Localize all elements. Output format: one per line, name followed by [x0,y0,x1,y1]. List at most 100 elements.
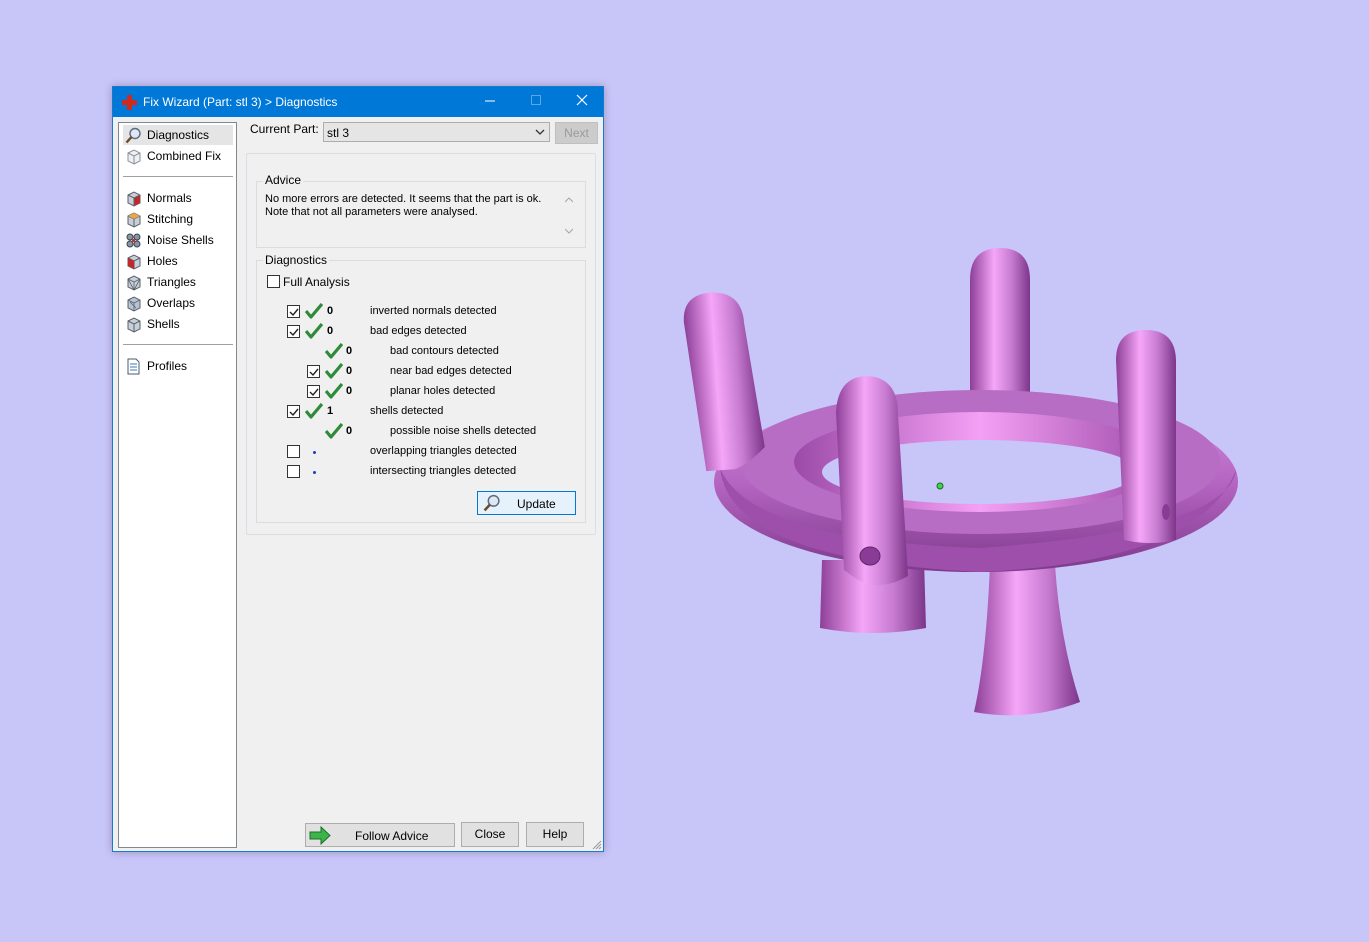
diag-count: 0 [346,425,353,437]
full-analysis-checkbox[interactable] [267,275,280,288]
advice-line: Note that not all parameters were analys… [265,206,478,218]
intersecting-triangles-checkbox[interactable] [287,465,300,478]
green-check-icon [305,303,323,319]
sidebar-item-label: Holes [147,254,178,268]
checkmark-icon [289,328,299,337]
not-analysed-dot-icon [313,471,316,474]
red-cross-icon [122,95,137,110]
sidebar-item-label: Shells [147,317,180,331]
diag-count: 0 [346,345,353,357]
magnifier-icon [483,494,500,512]
near-bad-edges-checkbox[interactable] [307,365,320,378]
follow-advice-button[interactable]: Follow Advice [305,823,455,847]
current-part-value: stl 3 [327,126,350,140]
current-part-dropdown[interactable]: stl 3 [323,122,550,142]
cube-icon [127,149,141,165]
green-check-icon [325,383,343,399]
sidebar-item-combined-fix[interactable]: Combined Fix [123,146,233,166]
minimize-button[interactable] [467,87,513,117]
update-button[interactable]: Update [477,491,576,515]
sidebar-item-label: Overlaps [147,296,196,310]
green-check-icon [325,423,343,439]
scroll-down-icon[interactable] [565,228,573,234]
checkmark-icon [289,308,299,317]
sidebar-item-stitching[interactable]: Stitching [123,209,233,229]
window-title: Fix Wizard (Part: stl 3) > Diagnostics [143,95,338,109]
diag-text: intersecting triangles detected [370,465,517,477]
advice-text: No more errors are detected. It seems th… [265,193,574,240]
sidebar-item-diagnostics[interactable]: Diagnostics [123,125,233,145]
model-pillar-back [970,248,1030,410]
normals-cube-icon [127,191,141,207]
noise-shells-icon [126,233,141,248]
document-icon [127,358,140,375]
scroll-up-icon[interactable] [565,197,573,203]
close-window-button[interactable] [559,87,605,117]
resize-grip-icon[interactable] [592,840,602,850]
model-leg-front [974,565,1080,716]
advice-line: No more errors are detected. It seems th… [265,193,542,205]
diag-count: 0 [327,325,334,337]
green-check-icon [305,403,323,419]
diag-text: inverted normals detected [370,305,497,317]
overlapping-triangles-checkbox[interactable] [287,445,300,458]
diag-text: bad contours detected [390,345,499,357]
green-check-icon [325,343,343,359]
close-button[interactable]: Close [461,822,519,847]
sidebar-item-overlaps[interactable]: Overlaps [123,293,233,313]
model-pillar-left [683,292,765,472]
triangles-cube-icon [127,275,141,291]
planar-holes-checkbox[interactable] [307,385,320,398]
title-bar[interactable]: Fix Wizard (Part: stl 3) > Diagnostics [113,87,603,117]
model-peg-hole-right [1162,504,1170,520]
sidebar-item-label: Stitching [147,212,194,226]
diag-text: shells detected [370,405,444,417]
sidebar-item-shells[interactable]: Shells [123,314,233,334]
inverted-normals-checkbox[interactable] [287,305,300,318]
next-button[interactable]: Next [555,122,598,144]
chevron-down-icon [535,129,545,135]
sidebar-item-label: Combined Fix [147,149,222,163]
magnifier-icon [125,127,141,144]
stitching-cube-icon [127,212,141,228]
sidebar-item-triangles[interactable]: Triangles [123,272,233,292]
bad-edges-checkbox[interactable] [287,325,300,338]
minimize-icon [484,100,495,102]
checkmark-icon [289,408,299,417]
advice-title: Advice [263,173,304,187]
sidebar-item-noise-shells[interactable]: Noise Shells [123,230,233,250]
maximize-icon [530,95,541,105]
help-button[interactable]: Help [526,822,584,847]
maximize-button[interactable] [513,87,559,117]
holes-cube-icon [127,254,141,270]
sidebar-item-label: Triangles [147,275,196,289]
current-part-label: Current Part: [250,122,319,136]
update-label: Update [517,497,556,511]
sidebar-divider [123,344,233,345]
green-arrow-icon [309,826,331,845]
fix-wizard-window: Fix Wizard (Part: stl 3) > Diagnostics D… [112,86,604,852]
sidebar-item-label: Normals [147,191,192,205]
diag-text: overlapping triangles detected [370,445,517,457]
sidebar-item-holes[interactable]: Holes [123,251,233,271]
shells-checkbox[interactable] [287,405,300,418]
sidebar-divider [123,176,233,177]
diag-text: possible noise shells detected [390,425,537,437]
green-check-icon [305,323,323,339]
3d-model-view[interactable] [640,200,1240,760]
not-analysed-dot-icon [313,451,316,454]
pivot-marker-icon [936,482,944,490]
green-check-icon [325,363,343,379]
diag-text: planar holes detected [390,385,496,397]
wizard-sidebar: Diagnostics Combined Fix Normals Stitchi… [118,122,237,848]
checkmark-icon [309,368,319,377]
diag-text: bad edges detected [370,325,467,337]
diag-count: 0 [327,305,334,317]
follow-advice-label: Follow Advice [355,829,429,843]
diag-text: near bad edges detected [390,365,512,377]
sidebar-item-normals[interactable]: Normals [123,188,233,208]
sidebar-item-profiles[interactable]: Profiles [123,356,233,376]
full-analysis-label: Full Analysis [283,275,350,289]
model-peg-hole [859,546,881,566]
sidebar-item-label: Noise Shells [147,233,214,247]
